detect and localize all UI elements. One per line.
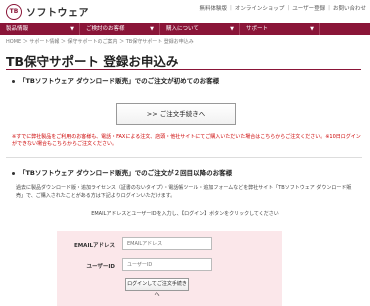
contact-link[interactable]: お問い合わせ (333, 4, 366, 12)
login-button[interactable]: ログインしてご注文手続きへ (125, 278, 189, 298)
separator: | (287, 5, 290, 11)
separator: | (230, 5, 232, 11)
section-first-time-heading: 「TBソフトウェア ダウンロード販売」でのご注文が初めてのお客様 (12, 75, 219, 85)
nav-item-label: ご検討のお客様 (86, 26, 125, 32)
user-registration-link[interactable]: ユーザー登録 (292, 4, 325, 12)
chevron-down-icon: ▼ (310, 26, 314, 32)
chevron-down-icon: ▼ (230, 26, 234, 32)
main-nav: 製品情報 ▼ ご検討のお客様 ▼ 購入について ▼ サポート ▼ (0, 23, 370, 35)
title-underline (6, 69, 361, 70)
top-bar: ソフトウェア 無料体験版 | オンラインショップ | ユーザー登録 | お問い合… (0, 0, 370, 22)
page-title: TB保守サポート 登録お申込み (6, 54, 179, 69)
free-trial-link[interactable]: 無料体験版 (199, 4, 227, 12)
email-field[interactable] (122, 237, 212, 250)
chevron-down-icon: ▼ (70, 26, 74, 32)
proceed-to-order-button[interactable]: >> ご注文手続きへ (116, 103, 236, 125)
chevron-down-icon: ▼ (150, 26, 154, 32)
section-heading-text: 「TBソフトウェア ダウンロード販売」でのご注文が２回目以降のお客様 (19, 169, 233, 177)
separator: | (328, 5, 330, 11)
bullet-icon (12, 171, 15, 175)
section-divider (6, 157, 362, 158)
section-heading-text: 「TBソフトウェア ダウンロード販売」でのご注文が初めてのお客様 (19, 77, 220, 85)
bullet-icon (12, 79, 15, 83)
nav-item-label: サポート (246, 26, 269, 32)
logo[interactable]: ソフトウェア (6, 3, 89, 20)
nav-item-considering[interactable]: ご検討のお客様 ▼ (80, 23, 160, 35)
breadcrumb[interactable]: HOME ＞ サポート情報 ＞ 保守サポートのご案内 ＞ TB保守サポート 登録… (6, 38, 194, 45)
online-shop-link[interactable]: オンラインショップ (235, 4, 285, 12)
section-returning-heading: 「TBソフトウェア ダウンロード販売」でのご注文が２回目以降のお客様 (12, 167, 232, 177)
first-time-note: ※すでに弊社製品をご利用のお客様も、電話・FAXによる注文、店頭・他社サイトにて… (12, 134, 361, 147)
nav-item-products[interactable]: 製品情報 ▼ (0, 23, 80, 35)
login-instruction: EMAILアドレスとユーザーIDを入力し、【ログイン】ボタンをクリックしてくださ… (91, 211, 279, 217)
userid-label: ユーザーID (86, 264, 115, 270)
userid-field[interactable] (122, 258, 212, 271)
tb-logo-icon (6, 3, 22, 20)
nav-item-label: 購入について (166, 26, 199, 32)
nav-item-support[interactable]: サポート ▼ (240, 23, 320, 35)
nav-item-label: 製品情報 (6, 26, 29, 32)
returning-description: 過去に製品ダウンロード版・追加ライセンス（証書のないタイプ）・電話帳ツール・追加… (16, 185, 352, 199)
nav-item-purchase[interactable]: 購入について ▼ (160, 23, 240, 35)
top-links: 無料体験版 | オンラインショップ | ユーザー登録 | お問い合わせ (199, 4, 366, 12)
email-label: EMAILアドレス (73, 243, 115, 249)
logo-text: ソフトウェア (26, 8, 89, 19)
